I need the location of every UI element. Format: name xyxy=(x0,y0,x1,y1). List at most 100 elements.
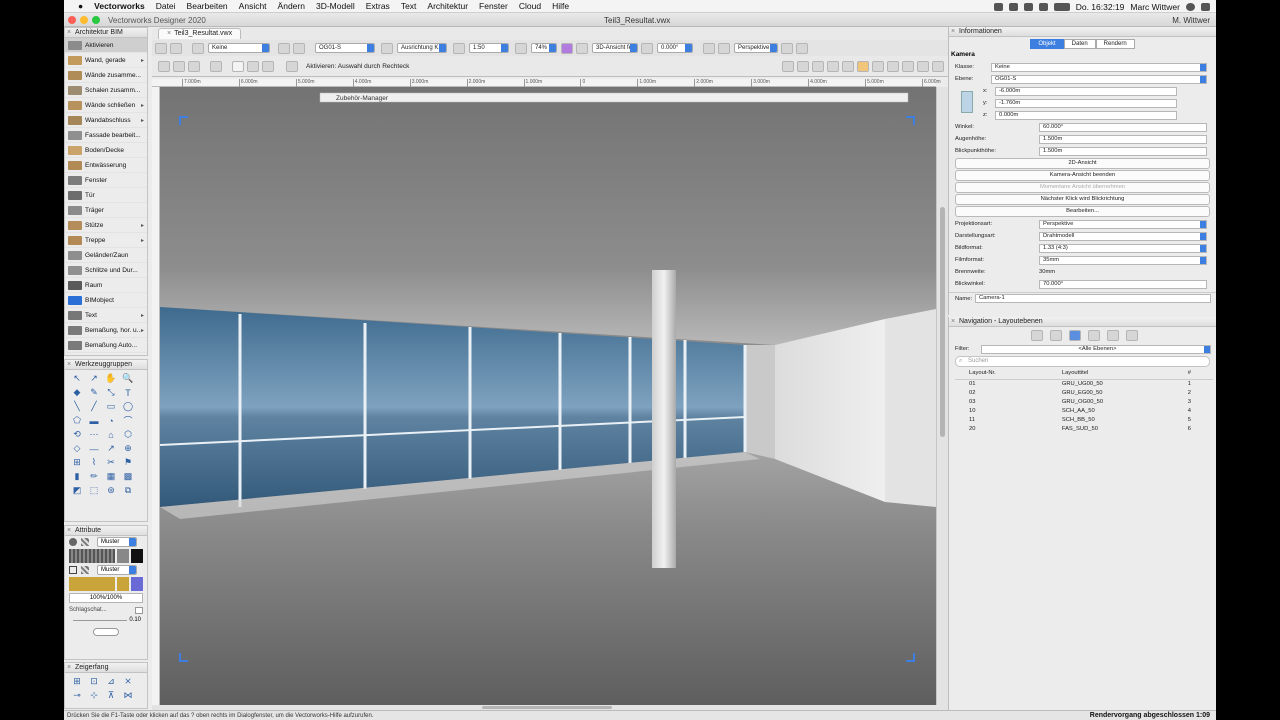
vertical-scrollbar[interactable] xyxy=(936,87,948,705)
tool-icon-17[interactable]: ⋯ xyxy=(86,428,102,441)
forward-icon[interactable] xyxy=(170,42,182,54)
snap-icon-4[interactable]: ⊸ xyxy=(69,689,85,702)
horizontal-scroll-thumb[interactable] xyxy=(482,706,612,709)
fill-pattern-swatch[interactable] xyxy=(69,549,115,563)
tool-icon-20[interactable]: ◇ xyxy=(69,442,85,455)
search-field[interactable]: ⌕ Suchen xyxy=(955,356,1210,367)
navigation-title[interactable]: Navigation - Layoutebenen xyxy=(949,317,1216,327)
tab-close-icon[interactable]: × xyxy=(167,30,171,37)
x-field[interactable]: -6.000m xyxy=(995,86,1177,96)
line-type-button[interactable] xyxy=(93,628,119,636)
accessory-manager-bar[interactable] xyxy=(319,92,909,103)
2d-view-button[interactable]: 2D-Ansicht xyxy=(955,158,1210,169)
bim-tool-16[interactable]: Raum xyxy=(65,278,147,293)
battery-icon[interactable] xyxy=(1053,2,1070,11)
bim-tool-8[interactable]: Entwässerung xyxy=(65,158,147,173)
minimize-window-button[interactable] xyxy=(80,16,88,24)
apply-current-view-button[interactable]: Momentane Ansicht übernehmen xyxy=(955,182,1210,193)
select-options-icon[interactable] xyxy=(286,60,298,72)
snap-icon-5[interactable]: ⊹ xyxy=(86,689,102,702)
position-grid-icon[interactable] xyxy=(961,91,973,113)
snap-icon-3[interactable]: ⨯ xyxy=(120,675,136,688)
cloud-icon[interactable] xyxy=(993,2,1003,11)
render-mode-field[interactable]: Drahtmodell xyxy=(1039,231,1207,241)
fill-icon[interactable] xyxy=(69,538,77,546)
layer-icon[interactable] xyxy=(278,42,290,54)
lighting-icon[interactable] xyxy=(796,42,808,54)
nav-references-icon[interactable] xyxy=(1106,329,1119,341)
dropbox-icon[interactable] xyxy=(1008,2,1018,11)
snap-icon-0[interactable]: ⊞ xyxy=(69,675,85,688)
user-menu[interactable]: Marc Wittwer xyxy=(1130,2,1180,12)
film-format-field[interactable]: 35mm xyxy=(1039,255,1207,265)
y-field[interactable]: -1.760m xyxy=(995,98,1177,108)
zoom-window-button[interactable] xyxy=(92,16,100,24)
pen-back-color[interactable] xyxy=(131,577,143,591)
tool-icon-4[interactable]: ◆ xyxy=(69,386,85,399)
tool-icon-13[interactable]: ▬ xyxy=(86,414,102,427)
look-around-icon[interactable] xyxy=(842,60,854,72)
view-icon[interactable] xyxy=(561,42,573,54)
exit-camera-view-button[interactable]: Kamera-Ansicht beenden xyxy=(955,170,1210,181)
standard-view-select[interactable]: 3D-Ansicht fe... xyxy=(592,43,638,53)
tool-icon-0[interactable]: ↖ xyxy=(69,372,85,385)
bim-tool-11[interactable]: Träger xyxy=(65,203,147,218)
table-row[interactable]: 02 GRU_EG00_50 2 xyxy=(955,388,1213,397)
tool-icon-30[interactable]: ▦ xyxy=(103,470,119,483)
view-angle-field[interactable]: 70.000° xyxy=(1039,279,1207,289)
projection-field[interactable]: Perspektive xyxy=(1039,219,1207,229)
bim-tool-10[interactable]: Tür xyxy=(65,188,147,203)
menu-11[interactable]: Hilfe xyxy=(552,1,569,11)
bim-tool-6[interactable]: Fassade bearbeit... xyxy=(65,128,147,143)
select-mode2-icon[interactable] xyxy=(173,60,185,72)
tool-icon-22[interactable]: ↗ xyxy=(103,442,119,455)
next-click-direction-button[interactable]: Nächster Klick wird Blickrichtung xyxy=(955,194,1210,205)
rotate-icon[interactable] xyxy=(641,42,653,54)
zoom-icon[interactable] xyxy=(515,42,527,54)
tool-icon-26[interactable]: ✂ xyxy=(103,456,119,469)
tool-icon-24[interactable]: ⊞ xyxy=(69,456,85,469)
tool-icon-3[interactable]: 🔍 xyxy=(120,372,136,385)
plan-mode-icon[interactable] xyxy=(887,60,899,72)
user-badge[interactable]: M. Wittwer xyxy=(1172,16,1210,25)
class-icon[interactable] xyxy=(192,42,204,54)
bim-tool-5[interactable]: Wandabschluss ▸ xyxy=(65,113,147,128)
pen-fore-color[interactable] xyxy=(117,577,129,591)
camera-mode-icon[interactable] xyxy=(857,60,869,72)
poly-select-icon[interactable] xyxy=(247,60,259,72)
tool-icon-29[interactable]: ✏ xyxy=(86,470,102,483)
tab-objekt[interactable]: Objekt xyxy=(1030,39,1064,49)
nav-classes-icon[interactable] xyxy=(1030,329,1043,341)
select-mode3-icon[interactable] xyxy=(188,60,200,72)
bim-tool-13[interactable]: Treppe ▸ xyxy=(65,233,147,248)
bim-palette-title[interactable]: Architektur BIM xyxy=(65,28,147,38)
flyover-tool-icon[interactable] xyxy=(782,60,794,72)
bim-tool-2[interactable]: Wände zusamme... xyxy=(65,68,147,83)
tool-icon-5[interactable]: ✎ xyxy=(86,386,102,399)
vertical-scroll-thumb[interactable] xyxy=(940,207,945,437)
fill-back-color[interactable] xyxy=(131,549,143,563)
menu-2[interactable]: Bearbeiten xyxy=(187,1,228,11)
tool-icon-10[interactable]: ▭ xyxy=(103,400,119,413)
tool-icon-6[interactable]: ⤡ xyxy=(103,386,119,399)
tool-icon-1[interactable]: ↗ xyxy=(86,372,102,385)
table-row[interactable]: 11 SCH_BB_50 5 xyxy=(955,415,1213,424)
menu-9[interactable]: Fenster xyxy=(479,1,508,11)
tool-icon-27[interactable]: ⚑ xyxy=(120,456,136,469)
edit-button[interactable]: Bearbeiten... xyxy=(955,206,1210,217)
tool-icon-21[interactable]: — xyxy=(86,442,102,455)
back-icon[interactable] xyxy=(155,42,167,54)
bim-tool-20[interactable]: Bemaßung Auto... xyxy=(65,338,147,353)
menu-10[interactable]: Cloud xyxy=(519,1,541,11)
layer-options-icon[interactable] xyxy=(293,42,305,54)
bim-tool-15[interactable]: Schlitze und Dur... xyxy=(65,263,147,278)
angle-field[interactable]: 60.000° xyxy=(1039,122,1207,132)
search-icon[interactable] xyxy=(1186,2,1195,11)
tool-icon-34[interactable]: ⊛ xyxy=(103,484,119,497)
app-menu[interactable]: Vectorworks xyxy=(94,1,145,11)
rotate-view-icon[interactable] xyxy=(827,60,839,72)
toolsets-title[interactable]: Werkzeuggruppen xyxy=(65,360,147,370)
line-weight-slider[interactable] xyxy=(73,620,127,621)
menu-3[interactable]: Ansicht xyxy=(239,1,267,11)
tab-rendern[interactable]: Rendern xyxy=(1095,39,1135,49)
